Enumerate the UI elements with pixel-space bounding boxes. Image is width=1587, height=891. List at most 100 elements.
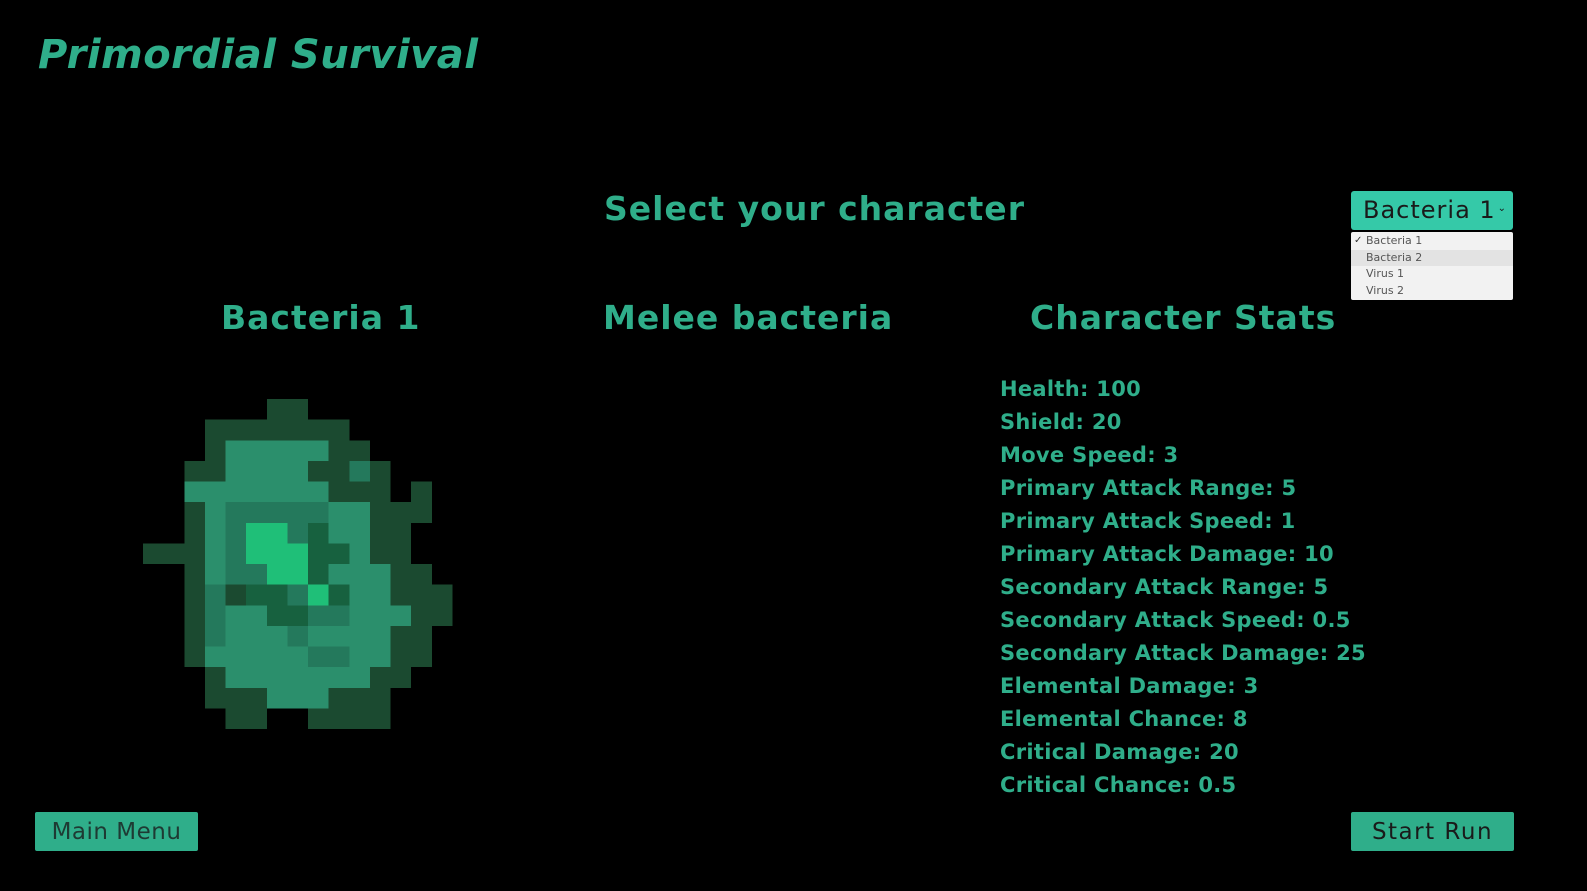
sprite-pixel bbox=[204, 502, 226, 523]
sprite-pixel bbox=[204, 460, 226, 482]
sprite-pixel bbox=[411, 564, 432, 585]
stat-primary-attack-speed: Primary Attack Speed: 1 bbox=[1000, 509, 1296, 533]
bacteria-sprite-icon bbox=[143, 399, 453, 729]
checkmark-icon: ✓ bbox=[1354, 235, 1363, 246]
stat-secondary-attack-range: Secondary Attack Range: 5 bbox=[1000, 575, 1329, 599]
dropdown-option-label: Bacteria 1 bbox=[1366, 234, 1423, 247]
sprite-pixel bbox=[184, 460, 205, 482]
sprite-pixel bbox=[369, 522, 391, 544]
dropdown-selected-value: Bacteria 1 bbox=[1363, 196, 1496, 224]
sprite-pixel bbox=[328, 543, 350, 564]
sprite-pixel bbox=[225, 584, 247, 606]
dropdown-option-virus-1[interactable]: Virus 1 bbox=[1351, 266, 1513, 283]
sprite-pixel bbox=[184, 543, 205, 564]
sprite-pixel bbox=[204, 481, 226, 503]
sprite-pixel bbox=[184, 522, 205, 544]
sprite-pixel bbox=[287, 687, 308, 709]
sprite-pixel bbox=[308, 625, 329, 647]
sprite-pixel bbox=[349, 584, 370, 606]
sprite-pixel bbox=[369, 667, 391, 688]
sprite-pixel bbox=[308, 687, 329, 709]
sprite-pixel bbox=[308, 481, 329, 503]
sprite-pixel bbox=[266, 481, 288, 503]
sprite-pixel bbox=[287, 543, 308, 564]
sprite-pixel bbox=[204, 625, 226, 647]
sprite-pixel bbox=[204, 667, 226, 688]
sprite-pixel bbox=[328, 522, 350, 544]
stat-elemental-chance: Elemental Chance: 8 bbox=[1000, 707, 1248, 731]
sprite-pixel bbox=[225, 667, 247, 688]
sprite-pixel bbox=[184, 481, 205, 503]
stats-heading: Character Stats bbox=[1030, 298, 1337, 337]
sprite-pixel bbox=[266, 440, 288, 461]
sprite-pixel bbox=[225, 605, 247, 626]
sprite-pixel bbox=[266, 419, 288, 441]
sprite-pixel bbox=[184, 584, 205, 606]
sprite-pixel bbox=[246, 605, 267, 626]
stat-secondary-attack-damage: Secondary Attack Damage: 25 bbox=[1000, 641, 1366, 665]
sprite-pixel bbox=[328, 584, 350, 606]
sprite-pixel bbox=[349, 522, 370, 544]
start-run-button[interactable]: Start Run bbox=[1351, 812, 1514, 851]
sprite-pixel bbox=[225, 625, 247, 647]
sprite-pixel bbox=[204, 646, 226, 668]
sprite-pixel bbox=[266, 646, 288, 668]
sprite-pixel bbox=[328, 625, 350, 647]
character-dropdown[interactable]: Bacteria 1 ⌄ bbox=[1351, 191, 1513, 230]
stat-primary-attack-range: Primary Attack Range: 5 bbox=[1000, 476, 1297, 500]
sprite-pixel bbox=[369, 605, 391, 626]
dropdown-options-list: ✓ Bacteria 1 Bacteria 2 Virus 1 Virus 2 bbox=[1351, 232, 1513, 300]
sprite-pixel bbox=[225, 481, 247, 503]
sprite-pixel bbox=[287, 564, 308, 585]
game-title: Primordial Survival bbox=[38, 32, 479, 78]
sprite-pixel bbox=[369, 708, 391, 729]
sprite-pixel bbox=[390, 522, 412, 544]
sprite-pixel bbox=[184, 605, 205, 626]
sprite-pixel bbox=[308, 646, 329, 668]
sprite-pixel bbox=[163, 543, 185, 564]
sprite-pixel bbox=[184, 502, 205, 523]
sprite-pixel bbox=[308, 522, 329, 544]
sprite-pixel bbox=[287, 625, 308, 647]
sprite-pixel bbox=[266, 502, 288, 523]
sprite-pixel bbox=[204, 419, 226, 441]
main-menu-button[interactable]: Main Menu bbox=[35, 812, 198, 851]
dropdown-option-bacteria-2[interactable]: Bacteria 2 bbox=[1351, 249, 1513, 266]
sprite-pixel bbox=[246, 522, 267, 544]
sprite-pixel bbox=[246, 502, 267, 523]
dropdown-option-virus-2[interactable]: Virus 2 bbox=[1351, 283, 1513, 300]
sprite-pixel bbox=[246, 687, 267, 709]
chevron-down-icon: ⌄ bbox=[1497, 203, 1506, 214]
character-name: Bacteria 1 bbox=[221, 298, 421, 337]
sprite-pixel bbox=[328, 419, 350, 441]
sprite-pixel bbox=[225, 564, 247, 585]
sprite-pixel bbox=[369, 625, 391, 647]
sprite-pixel bbox=[328, 481, 350, 503]
sprite-pixel bbox=[204, 543, 226, 564]
sprite-pixel bbox=[225, 460, 247, 482]
sprite-pixel bbox=[287, 584, 308, 606]
sprite-pixel bbox=[308, 584, 329, 606]
sprite-pixel bbox=[246, 440, 267, 461]
sprite-pixel bbox=[266, 584, 288, 606]
sprite-pixel bbox=[328, 564, 350, 585]
sprite-pixel bbox=[246, 460, 267, 482]
sprite-pixel bbox=[287, 399, 308, 420]
sprite-pixel bbox=[369, 481, 391, 503]
sprite-pixel bbox=[328, 605, 350, 626]
sprite-pixel bbox=[225, 522, 247, 544]
sprite-pixel bbox=[431, 584, 453, 606]
sprite-pixel bbox=[266, 687, 288, 709]
sprite-pixel bbox=[184, 564, 205, 585]
sprite-pixel bbox=[349, 605, 370, 626]
sprite-pixel bbox=[225, 543, 247, 564]
sprite-pixel bbox=[328, 687, 350, 709]
sprite-pixel bbox=[328, 460, 350, 482]
sprite-pixel bbox=[287, 646, 308, 668]
sprite-pixel bbox=[246, 625, 267, 647]
sprite-pixel bbox=[308, 605, 329, 626]
sprite-pixel bbox=[349, 667, 370, 688]
dropdown-option-label: Virus 2 bbox=[1366, 283, 1405, 297]
dropdown-option-bacteria-1[interactable]: ✓ Bacteria 1 bbox=[1351, 233, 1513, 250]
dropdown-option-label: Virus 1 bbox=[1366, 267, 1405, 280]
